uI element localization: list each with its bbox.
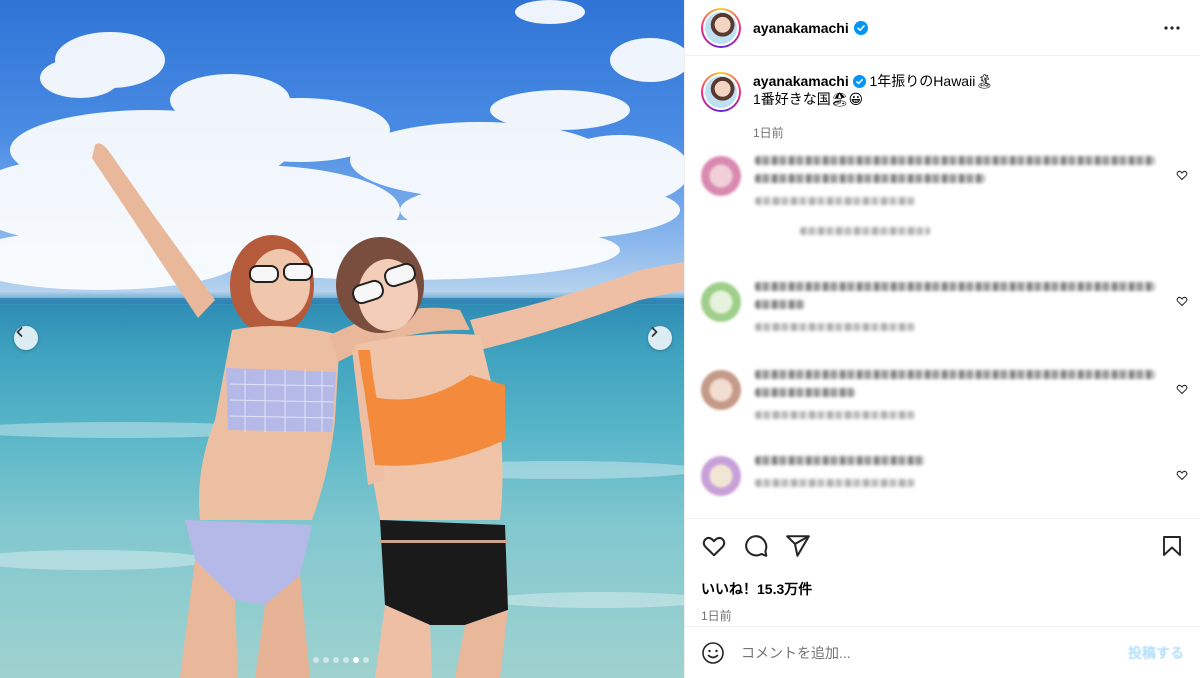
comments-section: ayanakamachi 1年振りのHawaii🏝 1番好きな国🏖😀 1日前 bbox=[685, 56, 1200, 518]
carousel-dot bbox=[343, 657, 349, 663]
comment-input[interactable] bbox=[741, 644, 1128, 661]
comment-avatar[interactable] bbox=[701, 282, 741, 322]
bookmark-icon[interactable] bbox=[1160, 534, 1184, 558]
caption-username[interactable]: ayanakamachi bbox=[753, 73, 849, 89]
carousel-dot bbox=[323, 657, 329, 663]
chevron-left-icon bbox=[16, 327, 23, 337]
comment-item bbox=[701, 456, 1200, 496]
comment-bubble-icon[interactable] bbox=[743, 533, 769, 559]
carousel-indicator bbox=[313, 657, 369, 663]
carousel-dot bbox=[333, 657, 339, 663]
comment-like-icon[interactable] bbox=[1176, 468, 1188, 486]
post-image[interactable] bbox=[0, 0, 684, 678]
carousel-next-button[interactable] bbox=[648, 326, 672, 350]
comment-item bbox=[701, 370, 1200, 419]
post-actions: いいね！15.3万件 1日前 bbox=[685, 518, 1200, 624]
caption-text-line2: 1番好きな国🏖😀 bbox=[753, 91, 864, 107]
comment-avatar[interactable] bbox=[701, 456, 741, 496]
chevron-right-icon bbox=[651, 327, 658, 337]
comment-avatar[interactable] bbox=[701, 370, 741, 410]
avatar[interactable] bbox=[701, 7, 741, 48]
carousel-prev-button[interactable] bbox=[14, 326, 38, 350]
comment-avatar[interactable] bbox=[701, 156, 741, 196]
post-side-panel: ayanakamachi ayanakamachi 1年振りのHawaii🏝 1… bbox=[684, 0, 1200, 678]
like-heart-icon[interactable] bbox=[701, 533, 727, 559]
beach-photo bbox=[0, 0, 684, 678]
comment-item bbox=[701, 282, 1200, 331]
username-link[interactable]: ayanakamachi bbox=[753, 20, 849, 36]
verified-badge-icon bbox=[853, 20, 868, 35]
carousel-dot bbox=[353, 657, 359, 663]
carousel-dot bbox=[313, 657, 319, 663]
comment-item bbox=[701, 156, 1200, 235]
share-send-icon[interactable] bbox=[785, 533, 811, 559]
comment-like-icon[interactable] bbox=[1176, 294, 1188, 312]
caption-timestamp: 1日前 bbox=[753, 126, 784, 140]
more-options-icon[interactable] bbox=[1160, 16, 1184, 40]
verified-badge-icon bbox=[852, 73, 870, 89]
emoji-icon[interactable] bbox=[701, 641, 725, 665]
likes-count[interactable]: いいね！15.3万件 bbox=[701, 579, 1184, 599]
add-comment-bar: 投稿する bbox=[685, 626, 1200, 678]
comment-like-icon[interactable] bbox=[1176, 382, 1188, 400]
post-timestamp[interactable]: 1日前 bbox=[701, 607, 1184, 624]
post-caption: ayanakamachi 1年振りのHawaii🏝 1番好きな国🏖😀 bbox=[685, 56, 1200, 112]
post-comment-button[interactable]: 投稿する bbox=[1128, 643, 1184, 663]
post-header: ayanakamachi bbox=[685, 0, 1200, 56]
carousel-dot bbox=[363, 657, 369, 663]
caption-avatar[interactable] bbox=[701, 72, 741, 112]
caption-text-line1: 1年振りのHawaii🏝 bbox=[869, 73, 994, 89]
comment-like-icon[interactable] bbox=[1176, 168, 1188, 186]
